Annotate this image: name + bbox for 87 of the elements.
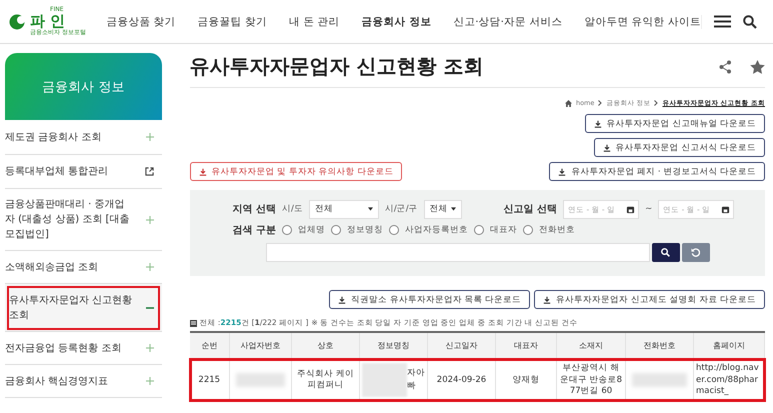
column-header: 전화번호 xyxy=(626,332,694,359)
column-header: 대표자 xyxy=(496,332,556,359)
column-header: 신고일자 xyxy=(428,332,496,359)
radio-label: 업체명 xyxy=(298,224,325,236)
download-icon xyxy=(594,120,602,128)
table-cell: 주식회사 케이피컴퍼니 xyxy=(292,359,360,401)
plus-icon xyxy=(146,133,154,141)
sidebar-item[interactable]: 유사투자자문업자 신고현황 조회 xyxy=(5,284,162,332)
download-icon xyxy=(558,168,566,176)
column-header: 홈페이지 xyxy=(694,332,764,359)
field-label: 시/도 xyxy=(282,203,303,215)
nav-item[interactable]: 내 돈 관리 xyxy=(288,14,340,28)
nav-item[interactable]: 금융회사 정보 xyxy=(362,14,432,28)
download-icon xyxy=(338,296,346,304)
search-button[interactable] xyxy=(652,242,680,262)
nav-item[interactable]: 금융꿀팁 찾기 xyxy=(198,14,267,28)
minus-icon xyxy=(146,306,154,308)
plus-icon xyxy=(146,263,154,271)
nav-item[interactable]: 신고·상담·자문 서비스 xyxy=(453,14,562,28)
caret-icon xyxy=(450,207,456,211)
sigungu-select[interactable]: 전체 xyxy=(424,200,462,218)
table-cell: 양재형 xyxy=(496,359,556,401)
reset-button[interactable] xyxy=(682,242,710,262)
radio-label: 전화번호 xyxy=(538,224,575,236)
search-icon xyxy=(661,248,670,256)
download-button[interactable]: 유사투자자문업 신고매뉴얼 다운로드 xyxy=(584,114,765,133)
reset-icon xyxy=(691,248,700,256)
table-row[interactable]: 2215 주식회사 케이피컴퍼니 자아 빠 2024-09-26 양재형 부산광역시 해운대구 반송로877번길 60 http://blog.naver.com/88pharmacist_ xyxy=(190,359,764,401)
table-cell: 2024-09-26 xyxy=(428,359,496,401)
blurred-value xyxy=(362,363,407,398)
radio-label: 정보명칭 xyxy=(346,224,383,236)
column-header: 순번 xyxy=(190,332,230,359)
download-button[interactable]: 유사투자자문업 폐지 · 변경보고서식 다운로드 xyxy=(549,162,765,181)
date-separator: ~ xyxy=(645,204,652,214)
sidebar-title: 금융회사 정보 xyxy=(5,53,162,120)
download-icon xyxy=(602,144,611,152)
sidebar-item[interactable]: 금융회사 핵심경영지표 xyxy=(5,365,162,398)
radio-label: 사업자등록번호 xyxy=(404,224,468,236)
radio-label: 대표자 xyxy=(490,224,517,236)
download-button[interactable]: 유사투자자문업 및 투자자 유의사항 다운로드 xyxy=(190,162,402,181)
plus-icon xyxy=(146,377,154,385)
nav-item[interactable]: 금융상품 찾기 xyxy=(106,14,176,28)
search-icon[interactable] xyxy=(743,14,757,28)
download-button[interactable]: 유사투자자문업자 신고제도 설명회 자료 다운로드 xyxy=(534,290,765,309)
field-label: 시/군/구 xyxy=(384,203,418,215)
download-button[interactable]: 유사투자자문업 신고서식 다운로드 xyxy=(594,138,765,157)
blurred-value xyxy=(632,373,687,388)
column-header: 정보명칭 xyxy=(360,332,428,359)
column-header: 상호 xyxy=(292,332,360,359)
sidebar-item[interactable]: 금융상품판매대리 · 중개업자 (대출성 상품) 조회 [대출모집법인] xyxy=(5,189,162,251)
home-icon xyxy=(564,100,572,106)
table-cell: 부산광역시 해운대구 반송로877번길 60 xyxy=(556,359,626,401)
page-title: 유사투자자문업자 신고현황 조회 xyxy=(190,53,484,80)
plus-icon xyxy=(146,344,154,352)
star-icon[interactable] xyxy=(750,60,765,74)
sidebar-item[interactable]: 등록대부업체 통합관리 xyxy=(5,155,162,189)
column-header: 사업자번호 xyxy=(230,332,292,359)
radio-button[interactable] xyxy=(474,225,484,235)
field-label: 신고일 선택 xyxy=(504,203,558,216)
table-cell: 2215 xyxy=(190,359,230,401)
external-link-icon xyxy=(144,167,154,176)
blurred-value xyxy=(236,373,285,388)
field-label: 검색 구분 xyxy=(232,224,276,237)
download-icon xyxy=(543,296,552,304)
column-header: 소재지 xyxy=(556,332,626,359)
download-button[interactable]: 직권말소 유사투자자문업자 목록 다운로드 xyxy=(329,290,530,309)
logo-text[interactable]: 파 인 xyxy=(30,13,66,30)
plus-icon xyxy=(146,216,154,224)
chevron-icon xyxy=(598,100,602,106)
radio-button[interactable] xyxy=(330,225,341,235)
menu-icon[interactable] xyxy=(714,15,731,28)
download-icon xyxy=(198,168,206,176)
chevron-icon xyxy=(654,100,658,106)
share-icon[interactable] xyxy=(719,60,732,74)
caret-icon xyxy=(368,207,373,211)
field-label: 지역 선택 xyxy=(232,203,276,216)
radio-button[interactable] xyxy=(522,225,533,235)
sidebar-item[interactable]: 전자금융업 등록현황 조회 xyxy=(5,332,162,365)
table-cell: http://blog.naver.com/88pharmacist_ xyxy=(694,359,764,401)
table-cell-text: 자아 빠 xyxy=(407,366,425,394)
sido-select[interactable]: 전체 xyxy=(308,200,379,218)
list-icon xyxy=(190,320,196,326)
radio-button[interactable] xyxy=(388,225,399,235)
radio-button[interactable] xyxy=(282,225,292,235)
search-field[interactable] xyxy=(266,242,650,262)
nav-item[interactable]: 알아두면 유익한 사이트 xyxy=(584,14,701,28)
sidebar-item[interactable]: 제도권 금융회사 조회 xyxy=(5,120,162,155)
